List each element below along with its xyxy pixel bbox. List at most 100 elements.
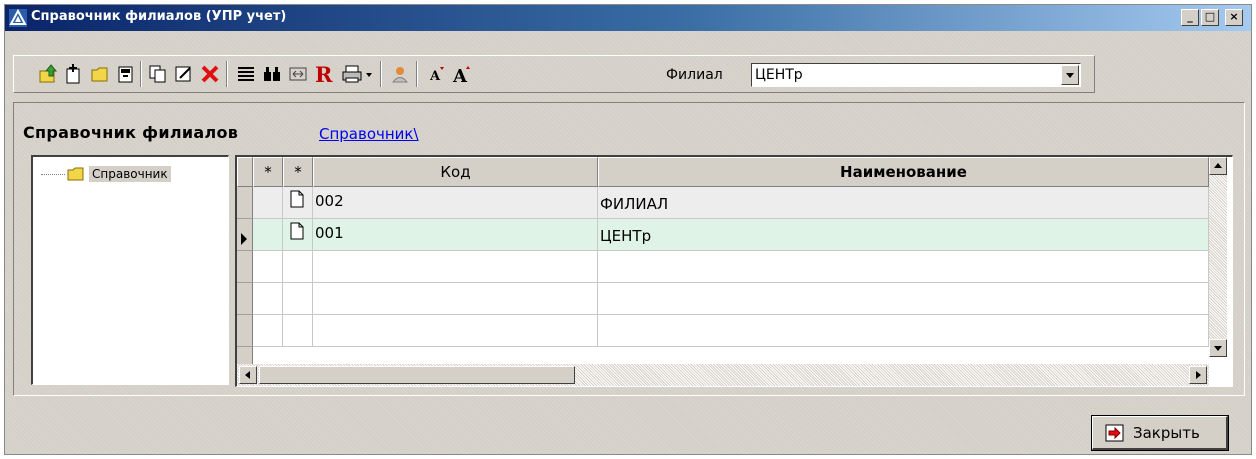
close-button[interactable]: Закрыть [1091,415,1229,451]
table-cell [253,187,283,219]
folder-tree[interactable]: Справочник [31,155,229,385]
svg-text:A: A [452,66,468,85]
current-row-arrow-icon [241,233,247,245]
table-cell [253,251,283,283]
folder-icon [67,167,84,181]
column-header-name[interactable]: Наименование [598,157,1209,187]
window-title: Справочник филиалов (УПР учет) [31,9,287,24]
indicator-header [237,157,253,187]
list-icon [238,67,254,81]
font-decrease-icon: A [429,67,444,84]
horizontal-scrollbar[interactable] [237,364,1209,386]
delete-button[interactable] [198,62,222,86]
edit-icon [175,66,191,82]
reference-window: Справочник филиалов (УПР учет) _ □ × R A… [4,4,1252,455]
copy-button[interactable] [146,62,170,86]
table-cell-name[interactable]: ЦЕНТр [598,219,1209,251]
scroll-thumb[interactable] [259,366,575,384]
list-button[interactable] [234,62,258,86]
new-folder-button[interactable] [88,62,112,86]
font-increase-button[interactable]: A [450,62,474,86]
row-indicator[interactable] [237,187,253,219]
close-button-label: Закрыть [1133,423,1200,442]
row-indicator[interactable] [237,219,253,251]
filial-select[interactable]: ЦЕНТр [751,63,1081,87]
up-folder-button[interactable] [36,62,60,86]
toolbar-separator [226,61,228,87]
column-header-marker2[interactable]: * [283,157,313,187]
r-icon: R [315,63,333,85]
print-button[interactable] [340,62,376,86]
tree-connector [41,173,65,175]
add-record-icon [118,66,133,83]
add-child-button[interactable] [62,62,86,86]
breadcrumb[interactable]: Справочник\ [319,125,419,143]
filial-select-value: ЦЕНТр [755,67,803,83]
table-cell [598,283,1209,315]
document-icon [290,190,304,208]
new-folder-icon [91,67,108,82]
maximize-button[interactable]: □ [1201,9,1219,26]
toolbar: R A A Филиал ЦЕНТр [13,55,1095,93]
find-button[interactable] [260,62,284,86]
table-cell [283,219,313,251]
printer-icon [342,65,372,83]
chevron-left-icon [245,371,250,379]
document-icon [290,222,304,240]
table-cell [253,315,283,347]
vertical-scrollbar[interactable] [1209,157,1227,357]
filial-label: Филиал [666,67,723,83]
row-indicator [237,283,253,315]
add-record-button[interactable] [114,62,138,86]
chevron-right-icon [1196,371,1201,379]
edit-button[interactable] [172,62,196,86]
toolbar-separator [380,61,382,87]
scroll-down-button[interactable] [1209,339,1227,357]
r-button[interactable]: R [312,62,336,86]
copy-icon [149,65,166,83]
toolbar-separator [140,61,142,87]
tree-item-label: Справочник [89,166,171,182]
table-cell [283,315,313,347]
column-header-code[interactable]: Код [313,157,598,187]
binoculars-icon [264,67,280,81]
table-cell [253,283,283,315]
table-cell-code[interactable]: 002 [313,187,598,219]
fit-width-button[interactable] [286,62,310,86]
up-folder-icon [39,64,58,83]
font-increase-icon: A [452,66,470,85]
table-cell [313,283,598,315]
scroll-up-button[interactable] [1209,157,1227,175]
table-cell [313,251,598,283]
table-cell [283,283,313,315]
column-header-marker1[interactable]: * [253,157,283,187]
page-title: Справочник филиалов [23,123,239,142]
table-cell [253,219,283,251]
minimize-button[interactable]: _ [1181,9,1199,26]
table-cell [598,251,1209,283]
close-window-button[interactable]: × [1225,9,1243,26]
scroll-right-button[interactable] [1189,366,1207,384]
user-icon [391,67,409,83]
table-cell [598,315,1209,347]
table-cell-code[interactable]: 001 [313,219,598,251]
title-bar[interactable]: Справочник филиалов (УПР учет) _ □ × [5,5,1251,31]
row-indicator [237,315,253,347]
delete-icon [201,65,219,83]
app-logo-icon [9,9,27,27]
exit-icon [1105,424,1124,441]
table-cell-name[interactable]: ФИЛИАЛ [598,187,1209,219]
tree-item-root[interactable]: Справочник [41,163,171,185]
table-cell [283,187,313,219]
user-button[interactable] [388,62,412,86]
scroll-left-button[interactable] [239,366,257,384]
font-decrease-button[interactable]: A [424,62,448,86]
chevron-up-icon [1214,163,1222,168]
table-cell [283,251,313,283]
svg-text:R: R [315,63,333,85]
add-child-icon [66,64,80,84]
chevron-down-icon[interactable] [1061,65,1079,85]
chevron-down-icon [1214,346,1222,351]
fit-width-icon [289,67,307,81]
records-grid[interactable]: * * Код Наименование 002 ФИЛИАЛ 001 ЦЕНТ… [235,155,1233,387]
